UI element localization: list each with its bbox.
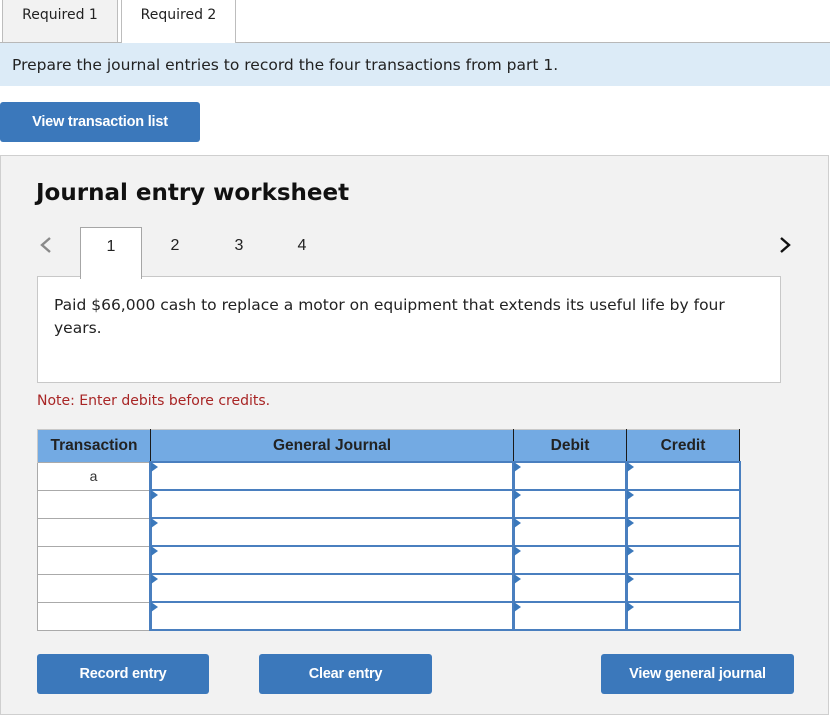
transaction-cell	[37, 517, 151, 547]
entry-note: Note: Enter debits before credits.	[37, 393, 271, 409]
credit-input[interactable]	[625, 461, 741, 491]
debit-input[interactable]	[512, 545, 628, 575]
table-row	[37, 573, 741, 603]
credit-input[interactable]	[625, 489, 741, 519]
transaction-cell	[37, 545, 151, 575]
debit-input[interactable]	[512, 461, 628, 491]
tab-required-2[interactable]: Required 2	[121, 0, 236, 43]
table-row: a	[37, 461, 741, 491]
journal-header-row: Transaction General Journal Debit Credit	[37, 429, 740, 462]
credit-input[interactable]	[625, 601, 741, 631]
account-input[interactable]	[149, 461, 515, 491]
debit-input[interactable]	[512, 489, 628, 519]
worksheet-title: Journal entry worksheet	[36, 180, 350, 206]
header-credit: Credit	[626, 429, 740, 462]
requirement-tabs: Required 1 Required 2	[0, 0, 830, 43]
entry-tab-4[interactable]: 4	[271, 227, 333, 277]
credit-input[interactable]	[625, 517, 741, 547]
instruction-banner: Prepare the journal entries to record th…	[0, 43, 830, 86]
view-general-journal-button[interactable]: View general journal	[601, 654, 794, 694]
account-input[interactable]	[149, 517, 515, 547]
transaction-cell: a	[37, 461, 151, 491]
transaction-cell	[37, 601, 151, 631]
entry-tab-1[interactable]: 1	[80, 227, 142, 279]
entry-tab-2[interactable]: 2	[144, 227, 206, 277]
journal-table: Transaction General Journal Debit Credit…	[37, 429, 741, 631]
table-row	[37, 489, 741, 519]
transaction-cell	[37, 489, 151, 519]
chevron-right-icon[interactable]	[775, 234, 795, 256]
transaction-cell	[37, 573, 151, 603]
debit-input[interactable]	[512, 517, 628, 547]
debit-input[interactable]	[512, 601, 628, 631]
chevron-left-icon[interactable]	[37, 234, 57, 256]
view-transaction-list-button[interactable]: View transaction list	[0, 102, 200, 142]
header-general-journal: General Journal	[150, 429, 514, 462]
table-row	[37, 517, 741, 547]
debit-input[interactable]	[512, 573, 628, 603]
clear-entry-button[interactable]: Clear entry	[259, 654, 432, 694]
header-debit: Debit	[513, 429, 627, 462]
table-row	[37, 545, 741, 575]
tab-required-1[interactable]: Required 1	[2, 0, 118, 42]
record-entry-button[interactable]: Record entry	[37, 654, 209, 694]
table-row	[37, 601, 741, 631]
header-transaction: Transaction	[37, 429, 151, 462]
entry-tab-3[interactable]: 3	[208, 227, 270, 277]
credit-input[interactable]	[625, 573, 741, 603]
credit-input[interactable]	[625, 545, 741, 575]
account-input[interactable]	[149, 573, 515, 603]
account-input[interactable]	[149, 545, 515, 575]
account-input[interactable]	[149, 489, 515, 519]
account-input[interactable]	[149, 601, 515, 631]
journal-entry-worksheet: Journal entry worksheet 1 2 3 4 Paid $66…	[0, 155, 829, 715]
transaction-description: Paid $66,000 cash to replace a motor on …	[37, 276, 781, 383]
